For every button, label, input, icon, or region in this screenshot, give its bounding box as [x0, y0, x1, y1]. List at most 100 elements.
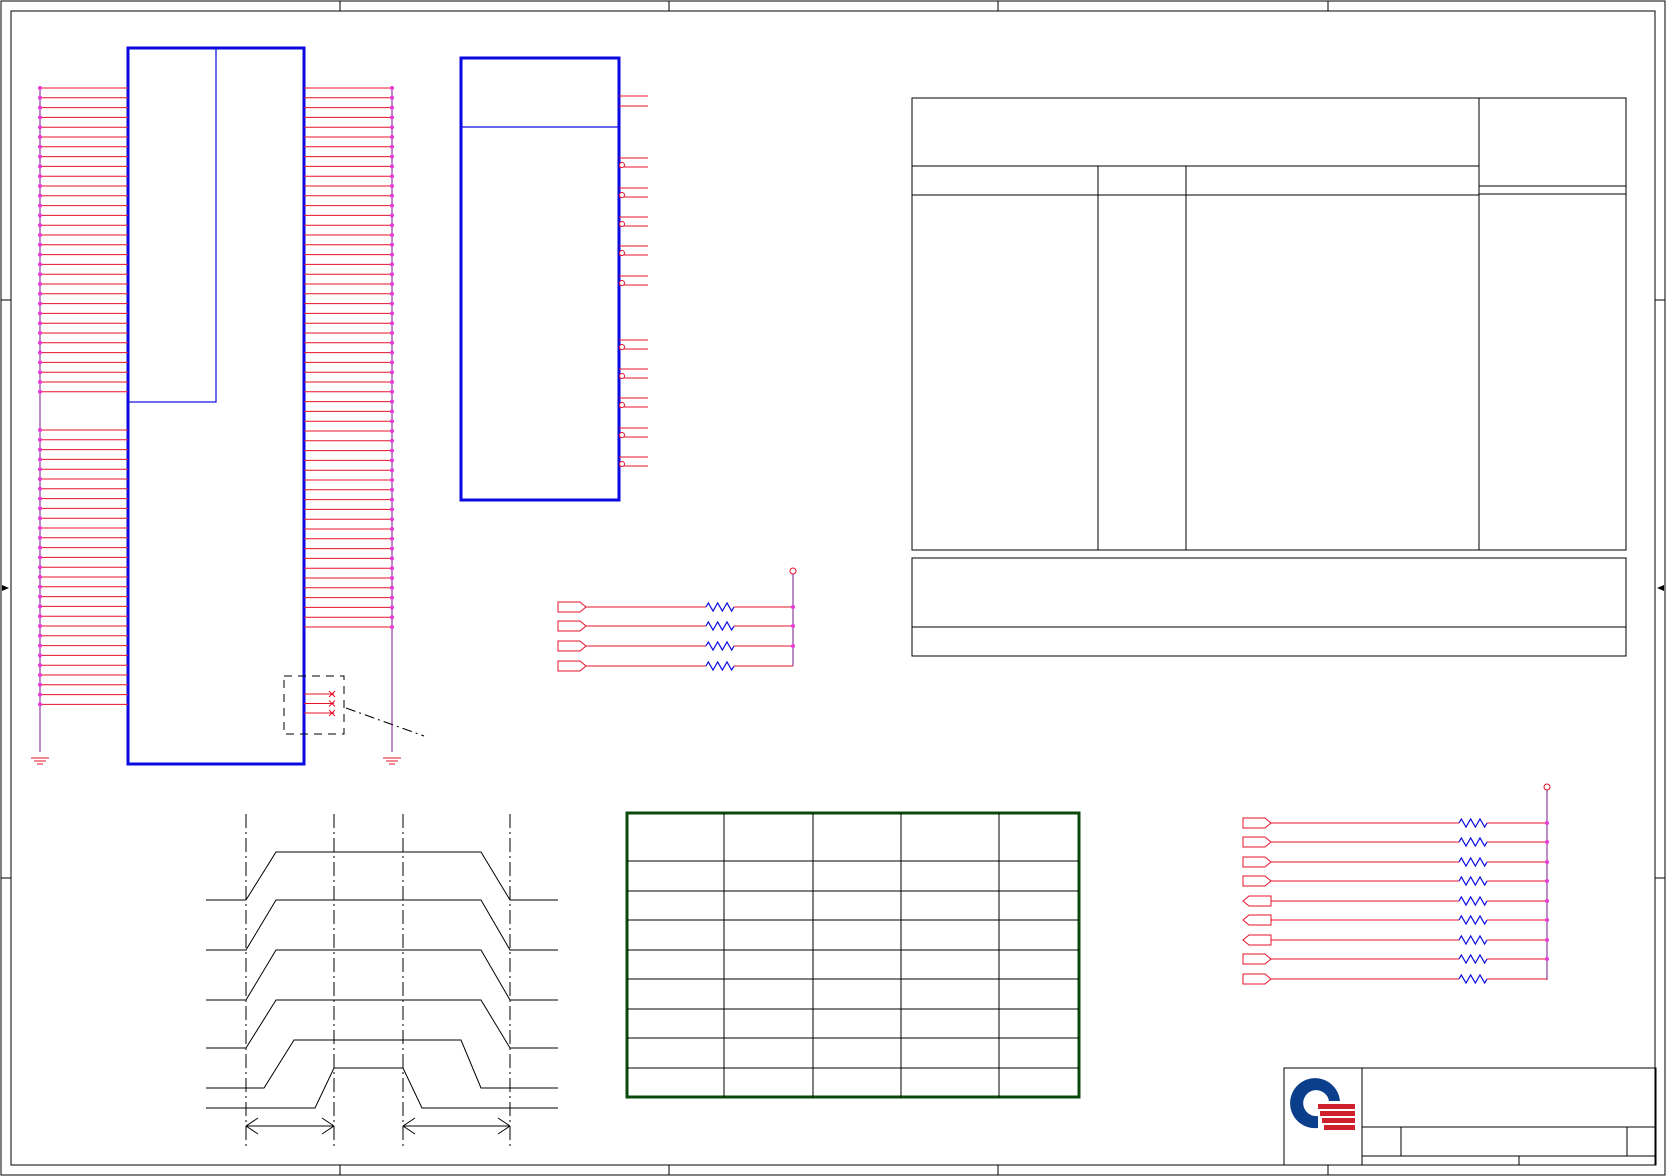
output-port-icon [1242, 836, 1272, 848]
junction-dot [390, 95, 394, 100]
junction-dot [390, 389, 394, 394]
junction-dot [390, 154, 394, 159]
junction-dot [1545, 840, 1549, 844]
timing-diagram [206, 814, 558, 1146]
junction-dot [390, 517, 394, 522]
junction-dot [390, 350, 394, 355]
junction-dot [38, 496, 42, 501]
junction-dot [390, 135, 394, 139]
output-port-icon [557, 620, 587, 632]
title-block [1283, 1067, 1657, 1166]
junction-dot [38, 604, 42, 609]
junction-dot [390, 595, 394, 600]
resistor-icon [705, 601, 735, 613]
junction-dot [390, 605, 394, 610]
timing-waveform [206, 999, 558, 1049]
junction-dot [390, 409, 394, 414]
junction-dot [390, 164, 394, 169]
output-port-icon [1242, 875, 1272, 887]
junction-dot [390, 184, 394, 188]
junction-dot [38, 360, 42, 365]
junction-dot [38, 272, 42, 277]
junction-dot [390, 86, 394, 90]
timing-interval-arrow-icon [245, 1117, 335, 1135]
junction-dot [38, 262, 42, 267]
junction-dot [38, 653, 42, 658]
nc-pin-box [283, 675, 345, 735]
junction-dot [38, 154, 42, 159]
junction-dot [1545, 860, 1549, 864]
input-port-icon [1242, 895, 1272, 907]
junction-dot [38, 125, 42, 130]
output-port-icon [1242, 953, 1272, 965]
junction-dot [390, 527, 394, 531]
junction-dot [390, 272, 394, 277]
junction-dot [390, 360, 394, 365]
junction-dot [390, 566, 394, 571]
junction-dot [38, 457, 42, 462]
junction-dot [38, 673, 42, 677]
frame-arrow-left-icon [2, 585, 9, 591]
junction-dot [390, 478, 394, 482]
junction-dot [38, 565, 42, 570]
resistor-icon [705, 660, 735, 672]
junction-dot [38, 242, 42, 247]
junction-dot [1545, 821, 1549, 825]
junction-dot [38, 633, 42, 638]
junction-dot [390, 419, 394, 424]
notes-footer-box [911, 557, 1627, 657]
junction-dot [390, 615, 394, 620]
junction-dot [38, 350, 42, 355]
output-port-icon [557, 660, 587, 672]
junction-dot [390, 223, 394, 228]
resistor-icon [1458, 914, 1488, 926]
junction-dot [390, 380, 394, 384]
junction-dot [38, 203, 42, 208]
resistor-icon [1458, 817, 1488, 829]
resistor-icon [1458, 836, 1488, 848]
resistor-icon [1458, 934, 1488, 946]
junction-dot [1545, 899, 1549, 903]
inversion-bubble-icon [619, 373, 625, 379]
junction-dot [38, 545, 42, 550]
junction-dot [1545, 938, 1549, 942]
junction-dot [390, 556, 394, 561]
schematic-sheet [0, 0, 1666, 1176]
resistor-icon [705, 620, 735, 632]
junction-dot [390, 507, 394, 512]
resistor-icon [1458, 875, 1488, 887]
junction-dot [38, 144, 42, 149]
junction-dot [791, 624, 795, 628]
junction-dot [38, 223, 42, 228]
junction-dot [38, 584, 42, 589]
junction-dot [390, 203, 394, 208]
junction-dot [38, 174, 42, 179]
junction-dot [38, 535, 42, 540]
junction-dot [38, 370, 42, 375]
junction-dot [390, 536, 394, 541]
junction-dot [38, 467, 42, 472]
junction-dot [38, 233, 42, 237]
output-port-icon [1242, 856, 1272, 868]
junction-dot [390, 625, 394, 629]
ground-icon [383, 757, 401, 765]
junction-dot [390, 262, 394, 267]
buffer-chip-body [459, 56, 621, 502]
junction-dot [390, 242, 394, 247]
junction-dot [38, 164, 42, 169]
junction-dot [38, 291, 42, 296]
junction-dot [38, 575, 42, 579]
junction-dot [390, 213, 394, 218]
junction-dot [1545, 918, 1549, 922]
junction-dot [38, 437, 42, 442]
junction-dot [390, 105, 394, 110]
junction-dot [38, 428, 42, 432]
ground-icon [31, 757, 49, 765]
inversion-bubble-icon [619, 221, 625, 227]
junction-dot [791, 605, 795, 609]
input-port-icon [1242, 914, 1272, 926]
resistor-icon [1458, 856, 1488, 868]
inversion-bubble-icon [619, 192, 625, 198]
junction-dot [390, 193, 394, 198]
junction-dot [38, 643, 42, 648]
